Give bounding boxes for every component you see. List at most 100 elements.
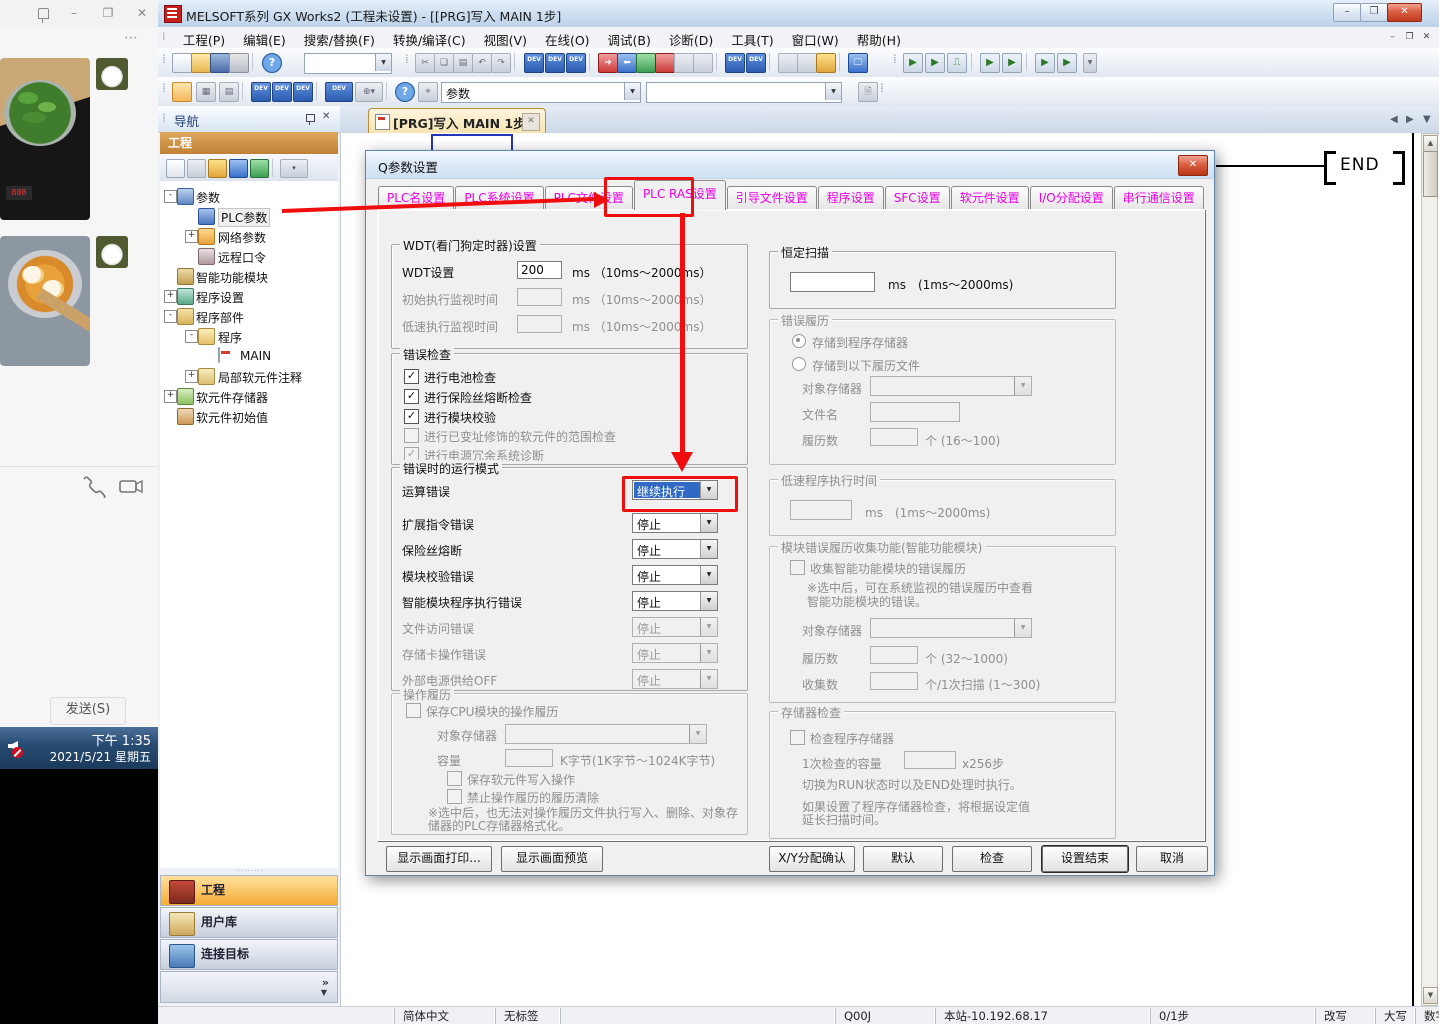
clock-time[interactable]: 下午 1:35 [92,730,151,749]
dialog-button-显示画面预览[interactable]: 显示画面预览 [501,846,603,872]
error-check-checkbox[interactable]: ✓ [404,409,419,424]
open-icon[interactable] [191,53,211,73]
error-mode-combo-智能模块程序执行错误[interactable]: 停止▼ [632,591,718,611]
comment-icon[interactable] [778,53,798,73]
status-Q00J[interactable]: Q00J [835,1008,935,1024]
save-icon[interactable] [210,53,230,73]
help-icon[interactable]: ? [395,82,415,102]
file-name-input[interactable] [870,402,960,422]
menu-帮助(H)[interactable]: 帮助(H) [848,27,910,49]
toolbar-overflow-icon[interactable]: ▼ [1083,53,1097,73]
expand-icon[interactable]: + [164,290,177,303]
vertical-scrollbar[interactable]: ▲ ▼ [1421,133,1438,1006]
error-mode-combo-模块校验错误[interactable]: 停止▼ [632,565,718,585]
constant-scan-input[interactable] [790,272,875,292]
verify-icon[interactable] [674,53,694,73]
watch-icon[interactable]: ▶ [980,53,1000,73]
collapse-icon[interactable]: - [164,310,177,323]
menu-在线(O)[interactable]: 在线(O) [536,27,599,49]
target-memory-combo[interactable]: ▼ [870,376,1032,396]
chevron-down-icon[interactable]: ▼ [825,83,841,100]
device-comment-icon[interactable]: DEV [251,82,271,102]
tree-item-参数[interactable]: -参数 [160,186,338,206]
chevron-down-icon[interactable]: ▼ [700,566,717,584]
error-check-checkbox[interactable]: ✓ [404,369,419,384]
voice-call-icon[interactable] [84,477,105,498]
wdt-input[interactable] [517,261,562,279]
menu-调试(B)[interactable]: 调试(B) [599,27,660,49]
tree-item-智能功能模块[interactable]: 智能功能模块 [160,266,338,286]
dialog-tab-SFC设置[interactable]: SFC设置 [885,186,950,210]
send-button[interactable]: 发送(S) [50,697,126,725]
more-menu-icon[interactable]: ⋯ [124,30,140,46]
low-speed-input[interactable] [790,500,852,520]
video-call-icon[interactable] [120,481,136,492]
menu-编辑(E)[interactable]: 编辑(E) [234,27,295,49]
food-photo-eggs[interactable] [0,236,90,366]
zoom-dropdown-icon[interactable]: ⊕▾ [355,82,383,102]
error-mode-combo-保险丝熔断[interactable]: 停止▼ [632,539,718,559]
device-batch-icon[interactable]: DEV [746,53,766,73]
module-combo[interactable]: 参数 ▼ [441,82,641,103]
tab-list-icon[interactable]: ▼ [1423,114,1431,125]
close-icon[interactable]: ✕ [134,5,150,21]
prohibit-clear-checkbox[interactable] [447,789,462,804]
error-check-checkbox[interactable] [404,428,419,443]
tab-scroll-right-icon[interactable]: ▶ [1406,114,1414,125]
monitor-write-icon[interactable]: ▶ [925,53,945,73]
tree-item-程序部件[interactable]: -程序部件 [160,306,338,326]
expand-icon[interactable]: + [164,390,177,403]
pulse-icon[interactable]: ⎍ [947,53,967,73]
dialog-tab-I/O分配设置[interactable]: I/O分配设置 [1030,186,1113,210]
collapse-icon[interactable]: - [164,190,177,203]
device-list-icon[interactable]: DEV [293,82,313,102]
device-memory-icon[interactable]: DEV [272,82,292,102]
dialog-button-设置结束[interactable]: 设置结束 [1042,846,1128,872]
mdi-close-icon[interactable]: ✕ [1419,31,1434,44]
module-config-icon[interactable]: ▦ [196,82,216,102]
new-item-icon[interactable] [166,159,185,178]
wdt-input[interactable] [517,288,562,306]
end-instruction[interactable]: END [1340,155,1380,175]
find-combo[interactable]: ▼ [646,82,842,103]
splitter-handle[interactable]: ········· [160,868,338,875]
dialog-button-取消[interactable]: 取消 [1136,846,1208,872]
avatar[interactable] [96,58,128,90]
nav-button-用户库[interactable]: 用户库 [160,907,338,938]
menu-搜索/替换(F)[interactable]: 搜索/替换(F) [295,27,384,49]
device-display-icon[interactable]: DEV [725,53,745,73]
monitor-stop-icon[interactable] [655,53,675,73]
trace-icon[interactable]: ▶ [1057,53,1077,73]
close-button[interactable]: ✕ [1387,3,1422,22]
status-无标签[interactable]: 无标签 [495,1008,560,1024]
dialog-tab-软元件设置[interactable]: 软元件设置 [951,186,1029,210]
scrollbar-thumb[interactable] [1423,151,1438,197]
pin-icon[interactable] [38,8,49,19]
chevron-down-icon[interactable]: ▼ [700,514,717,532]
check-capacity-input[interactable] [904,751,956,769]
scan-time-icon[interactable]: ▶ [1035,53,1055,73]
food-photo-vegetables[interactable]: 888 [0,58,90,220]
monitor-start-icon[interactable] [636,53,656,73]
pin-icon[interactable] [306,114,315,122]
pc-connection-icon[interactable]: 🖵 [848,53,868,73]
save-cpu-history-checkbox[interactable] [406,703,421,718]
device-write-icon[interactable]: DEV [524,53,544,73]
dialog-button-X/Y分配确认[interactable]: X/Y分配确认 [769,846,855,872]
error-check-checkbox[interactable]: ✓ [404,389,419,404]
tree-item-软元件存储器[interactable]: +软元件存储器 [160,386,338,406]
list-view-icon[interactable]: ▤ [219,82,239,102]
dialog-tab-引导文件设置[interactable]: 引导文件设置 [727,186,817,210]
status-0/1步[interactable]: 0/1步 [1150,1008,1315,1024]
dialog-button-默认[interactable]: 默认 [863,846,943,872]
refresh-icon[interactable] [250,159,269,178]
dialog-tab-PLC系统设置[interactable]: PLC系统设置 [455,186,543,210]
find-icon[interactable]: ⌖ [418,82,438,102]
tree-item-软元件初始值[interactable]: 软元件初始值 [160,406,338,426]
menu-转换/编译(C)[interactable]: 转换/编译(C) [384,27,475,49]
expand-icon[interactable]: + [185,230,198,243]
target-memory-combo[interactable]: ▼ [870,618,1032,638]
chevron-down-icon[interactable]: ▼ [375,54,391,71]
schema-combo[interactable]: ▼ [304,53,392,74]
capacity-input[interactable] [505,749,553,767]
